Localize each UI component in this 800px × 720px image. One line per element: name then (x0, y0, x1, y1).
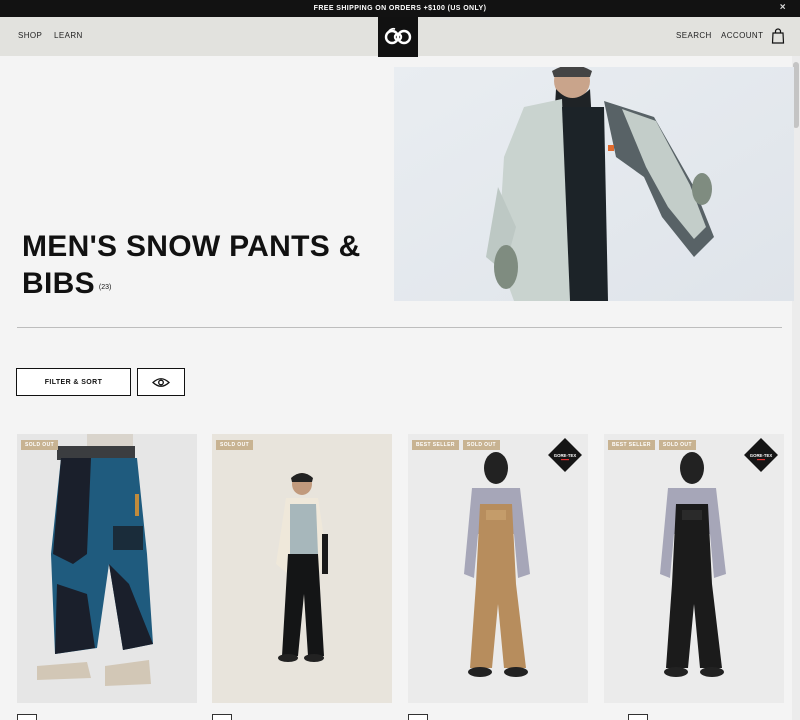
eye-icon (152, 377, 170, 387)
color-swatch[interactable] (212, 714, 232, 720)
section-divider (17, 327, 782, 328)
hero-image (394, 67, 794, 301)
color-swatch[interactable] (17, 714, 37, 720)
gore-tex-icon: GORE-TEX (744, 438, 778, 472)
badge-sold-out: SOLD OUT (658, 440, 696, 450)
product-image (408, 434, 588, 703)
nav-shop[interactable]: SHOP (18, 31, 42, 40)
gore-tex-label: GORE-TEX (750, 453, 773, 458)
product-count: (23) (98, 284, 112, 291)
product-badges: BEST SELLER SOLD OUT (412, 440, 500, 450)
page-title-text: MEN'S SNOW PANTS & BIBS (22, 230, 361, 300)
logo-mark (384, 27, 412, 45)
badge-sold-out: SOLD OUT (216, 440, 254, 450)
gore-tex-label: GORE-TEX (554, 453, 577, 458)
close-icon[interactable]: × (780, 3, 786, 13)
product-card[interactable]: SOLD OUT (17, 434, 197, 703)
nav-search[interactable]: SEARCH (676, 31, 712, 40)
gore-tex-icon: GORE-TEX (548, 438, 582, 472)
color-swatch[interactable] (408, 714, 428, 720)
nav-account[interactable]: ACCOUNT (721, 31, 763, 40)
product-badges: SOLD OUT (21, 440, 59, 450)
announcement-bar: FREE SHIPPING ON ORDERS +$100 (US ONLY) … (0, 0, 800, 17)
filter-sort-label: FILTER & SORT (44, 378, 103, 386)
view-toggle-button[interactable] (137, 368, 185, 396)
product-badges: SOLD OUT (216, 440, 254, 450)
product-card[interactable]: BEST SELLER SOLD OUT GORE-TEX (604, 434, 784, 703)
product-image (212, 434, 392, 703)
announcement-text: FREE SHIPPING ON ORDERS +$100 (US ONLY) (313, 5, 487, 12)
filter-sort-button[interactable]: FILTER & SORT (16, 368, 131, 396)
product-image (604, 434, 784, 703)
badge-best-seller: BEST SELLER (608, 440, 655, 450)
badge-sold-out: SOLD OUT (21, 440, 59, 450)
product-card[interactable]: BEST SELLER SOLD OUT GORE-TEX (408, 434, 588, 703)
brand-logo[interactable] (378, 17, 418, 57)
shopping-bag-icon[interactable] (771, 28, 785, 44)
badge-best-seller: BEST SELLER (412, 440, 459, 450)
page-title: MEN'S SNOW PANTS & BIBS (23) (22, 228, 382, 302)
product-image (17, 434, 197, 703)
product-card[interactable]: SOLD OUT (212, 434, 392, 703)
product-badges: BEST SELLER SOLD OUT (608, 440, 696, 450)
nav-learn[interactable]: LEARN (54, 31, 83, 40)
badge-sold-out: SOLD OUT (462, 440, 500, 450)
color-swatch[interactable] (628, 714, 648, 720)
